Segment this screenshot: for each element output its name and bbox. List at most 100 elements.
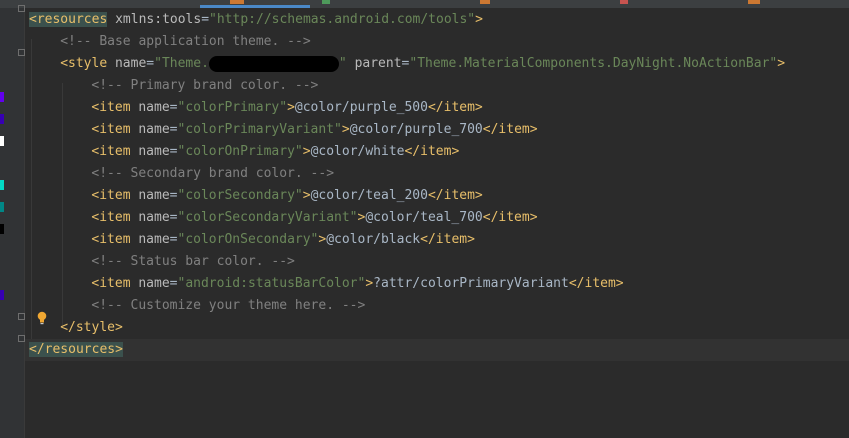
tab-xml-icon[interactable] [230, 0, 244, 4]
xml-attribute: parent [346, 56, 402, 71]
xml-text: @color/teal_700 [365, 210, 483, 225]
xml-string: "colorOnSecondary" [177, 232, 319, 247]
xml-tag: <item [91, 100, 131, 115]
xml-comment: <!-- Primary brand color. --> [91, 78, 319, 93]
code-line[interactable]: <resources xmlns:tools="http://schemas.a… [25, 9, 849, 31]
xml-tag: </item> [482, 122, 538, 137]
fold-marker-icon[interactable] [18, 335, 25, 342]
xml-text: = [169, 232, 178, 247]
color-swatch-icon[interactable] [0, 202, 4, 212]
xml-tag: > [777, 56, 786, 71]
xml-attribute: name [130, 276, 170, 291]
xml-tag: <item [91, 188, 131, 203]
xml-text: ?attr/colorPrimaryVariant [373, 276, 569, 291]
color-swatch-icon[interactable] [0, 136, 4, 146]
xml-string: "colorPrimary" [177, 100, 288, 115]
tab-file-icon[interactable] [480, 0, 490, 4]
xml-comment: <!-- Customize your theme here. --> [91, 298, 366, 313]
xml-text: = [169, 144, 178, 159]
xml-tag: </item> [420, 232, 475, 247]
xml-text: = [169, 100, 178, 115]
xml-tag: <item [91, 232, 131, 247]
xml-tag: </item> [427, 100, 483, 115]
color-swatch-icon[interactable] [0, 180, 4, 190]
xml-tag: </item> [568, 276, 624, 291]
code-line[interactable]: <item name="android:statusBarColor">?att… [25, 273, 849, 295]
xml-attribute: name [107, 56, 147, 71]
xml-tag: </item> [427, 188, 483, 203]
xml-text: = [169, 276, 178, 291]
xml-attribute: name [130, 210, 170, 225]
xml-attribute: name [130, 100, 170, 115]
fold-marker-icon[interactable] [18, 5, 25, 12]
xml-tag: > [365, 276, 374, 291]
xml-string: "colorSecondaryVariant" [177, 210, 358, 225]
xml-tag: <item [91, 276, 131, 291]
xml-text: = [201, 12, 210, 27]
xml-text: @color/teal_200 [310, 188, 428, 203]
xml-string: "colorSecondary" [177, 188, 303, 203]
code-line[interactable]: <item name="colorPrimary">@color/purple_… [25, 97, 849, 119]
code-line[interactable]: <item name="colorOnSecondary">@color/bla… [25, 229, 849, 251]
xml-tag: </resources> [29, 342, 123, 357]
editor-gutter[interactable] [0, 8, 24, 438]
xml-text: @color/purple_500 [294, 100, 428, 115]
code-line[interactable]: <item name="colorOnPrimary">@color/white… [25, 141, 849, 163]
xml-attribute: xmlns:tools [107, 12, 202, 27]
xml-tag: > [302, 144, 311, 159]
code-line[interactable]: <!-- Status bar color. --> [25, 251, 849, 273]
xml-string: " [338, 56, 347, 71]
xml-string: "Theme. [154, 56, 209, 71]
code-line[interactable]: <item name="colorSecondary">@color/teal_… [25, 185, 849, 207]
code-line[interactable]: <!-- Customize your theme here. --> [25, 295, 849, 317]
xml-tag: > [475, 12, 483, 27]
xml-text: @color/black [326, 232, 421, 247]
xml-attribute: name [130, 144, 170, 159]
xml-text: = [146, 56, 155, 71]
xml-tag: > [341, 122, 350, 137]
xml-tag: <item [91, 144, 131, 159]
xml-text: = [169, 188, 178, 203]
code-line[interactable]: <item name="colorPrimaryVariant">@color/… [25, 119, 849, 141]
color-swatch-icon[interactable] [0, 114, 4, 124]
xml-tag: </style> [60, 320, 123, 335]
editor-tab-strip[interactable] [0, 0, 849, 8]
code-line[interactable]: <item name="colorSecondaryVariant">@colo… [25, 207, 849, 229]
xml-attribute: name [130, 188, 170, 203]
xml-string: "colorOnPrimary" [177, 144, 303, 159]
xml-tag: > [302, 188, 311, 203]
xml-string: "Theme.MaterialComponents.DayNight.NoAct… [409, 56, 778, 71]
xml-comment: <!-- Base application theme. --> [60, 34, 311, 49]
xml-attribute: name [130, 122, 170, 137]
xml-tag: </item> [482, 210, 538, 225]
fold-marker-icon[interactable] [18, 49, 25, 56]
xml-text: @color/purple_700 [349, 122, 483, 137]
redacted-theme-name [208, 55, 339, 72]
xml-tag: </item> [404, 144, 460, 159]
xml-text: @color/white [310, 144, 405, 159]
xml-comment: <!-- Secondary brand color. --> [91, 166, 335, 181]
color-swatch-icon[interactable] [0, 290, 4, 300]
xml-attribute: name [130, 232, 170, 247]
xml-text: = [169, 210, 178, 225]
fold-marker-icon[interactable] [18, 313, 25, 320]
code-line[interactable]: <!-- Primary brand color. --> [25, 75, 849, 97]
code-editor[interactable]: <resources xmlns:tools="http://schemas.a… [25, 8, 849, 438]
xml-text: = [169, 122, 178, 137]
tab-file-icon[interactable] [748, 0, 760, 4]
tab-file-icon[interactable] [322, 0, 330, 4]
xml-string: "android:statusBarColor" [177, 276, 366, 291]
lightbulb-icon[interactable] [37, 310, 47, 325]
color-swatch-icon[interactable] [0, 224, 4, 234]
xml-tag: <resources [29, 12, 108, 27]
code-line[interactable]: </resources> [25, 339, 849, 361]
xml-tag: <item [91, 122, 131, 137]
color-swatch-icon[interactable] [0, 92, 4, 102]
xml-tag: <item [91, 210, 131, 225]
tab-file-icon[interactable] [620, 0, 628, 4]
xml-tag: <style [60, 56, 108, 71]
code-line[interactable]: <!-- Base application theme. --> [25, 31, 849, 53]
code-line[interactable]: <style name="Theme. " parent="Theme.Mater… [25, 53, 849, 75]
code-line[interactable]: <!-- Secondary brand color. --> [25, 163, 849, 185]
code-line[interactable]: </style> [25, 317, 849, 339]
